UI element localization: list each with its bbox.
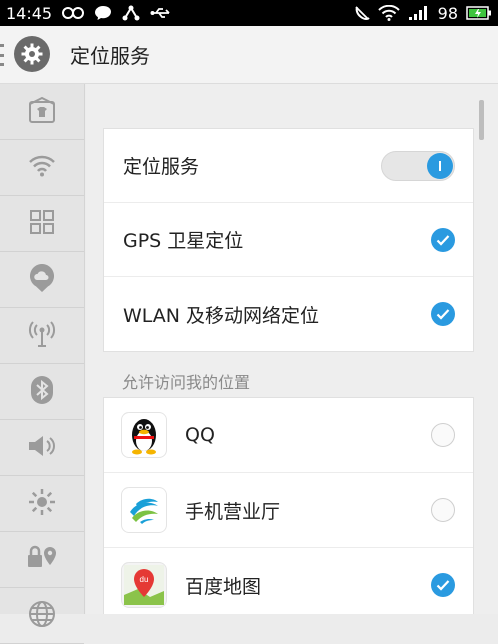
baidu-map-icon: du (121, 562, 167, 608)
location-service-label: 定位服务 (123, 156, 200, 178)
main-content: 定位服务 GPS 卫星定位 WLAN 及移动网络定位 允许访问我的位置 QQ 手… (86, 84, 498, 614)
battery-level: 98 (437, 3, 458, 23)
app-permission-checkbox[interactable] (431, 423, 455, 447)
sidebar-item-display[interactable] (0, 476, 84, 532)
share-icon (122, 5, 140, 21)
wifi-icon (28, 154, 56, 182)
scrollbar[interactable] (479, 100, 484, 140)
location-lock-icon (26, 544, 58, 576)
wlan-label: WLAN 及移动网络定位 (123, 304, 320, 327)
signal-icon (408, 5, 430, 21)
list-item-app[interactable]: du 百度地图 (104, 548, 473, 614)
sidebar-item-bluetooth[interactable] (0, 364, 84, 420)
app-name: QQ (185, 424, 215, 446)
svg-text:du: du (140, 575, 149, 584)
sidebar-item-sound[interactable] (0, 420, 84, 476)
china-mobile-icon (121, 487, 167, 533)
status-time: 14:45 (6, 3, 53, 23)
gps-row[interactable]: GPS 卫星定位 (104, 203, 473, 277)
list-item-app[interactable]: 手机营业厅 (104, 473, 473, 548)
do-not-disturb-icon (354, 5, 370, 21)
grid-icon (29, 209, 55, 239)
infinity-icon (62, 6, 85, 20)
app-name: 百度地图 (185, 575, 262, 598)
shirt-icon (28, 96, 56, 128)
app-permission-checkbox[interactable] (431, 573, 455, 597)
sidebar-item-language[interactable] (0, 588, 84, 644)
apps-list-card: QQ 手机营业厅 du 百度地图 (103, 397, 474, 614)
gear-icon[interactable] (14, 36, 50, 72)
usb-icon (150, 6, 172, 20)
wifi-status-icon (377, 5, 400, 21)
drag-handle[interactable] (0, 44, 4, 66)
volume-icon (27, 433, 57, 463)
section-header-allowed-apps: 允许访问我的位置 (122, 373, 251, 392)
globe-icon (28, 600, 56, 632)
sidebar-item-wifi[interactable] (0, 140, 84, 196)
sidebar-item-privacy[interactable] (0, 532, 84, 588)
status-bar: 14:45 98 (0, 0, 498, 26)
brightness-icon (27, 487, 57, 521)
chat-bubble-icon (94, 5, 112, 21)
wlan-checkbox[interactable] (431, 302, 455, 326)
list-item-app[interactable]: QQ (104, 398, 473, 473)
sidebar-item-network[interactable] (0, 308, 84, 364)
gps-label: GPS 卫星定位 (123, 230, 244, 252)
wlan-row[interactable]: WLAN 及移动网络定位 (104, 277, 473, 351)
location-settings-card: 定位服务 GPS 卫星定位 WLAN 及移动网络定位 (103, 128, 474, 352)
battery-charging-icon (466, 5, 492, 21)
settings-sidebar (0, 84, 85, 644)
qq-penguin-icon (121, 412, 167, 458)
location-service-toggle[interactable] (381, 150, 455, 181)
sidebar-item-apps[interactable] (0, 196, 84, 252)
app-permission-checkbox[interactable] (431, 498, 455, 522)
page-title: 定位服务 (70, 44, 150, 68)
bluetooth-icon (30, 375, 54, 409)
toggle-knob (427, 152, 453, 179)
gps-checkbox[interactable] (431, 227, 455, 252)
sidebar-item-cloud[interactable] (0, 252, 84, 308)
cloud-icon (28, 263, 56, 297)
app-header: 定位服务 (0, 26, 498, 84)
location-service-row[interactable]: 定位服务 (104, 129, 473, 203)
app-name: 手机营业厅 (185, 500, 281, 523)
sidebar-item-theme[interactable] (0, 84, 84, 140)
antenna-icon (27, 320, 57, 352)
